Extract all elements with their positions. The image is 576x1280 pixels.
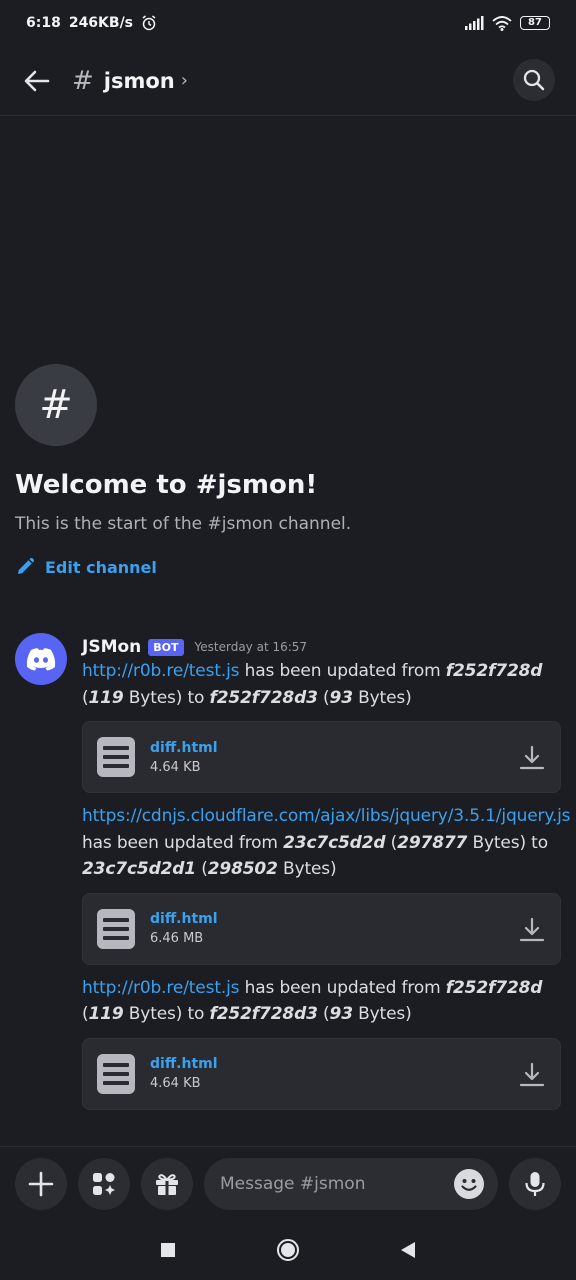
attachment-name[interactable]: diff.html xyxy=(150,1056,218,1072)
channel-title[interactable]: jsmon xyxy=(104,69,175,93)
signal-icon xyxy=(465,16,484,30)
old-size: 119 xyxy=(88,1004,124,1024)
edit-channel-label: Edit channel xyxy=(45,557,157,577)
voice-button[interactable] xyxy=(509,1157,561,1210)
message: JSMon BOT Yesterday at 16:57 http://r0b.… xyxy=(82,636,571,1120)
search-button[interactable] xyxy=(513,59,555,101)
plus-icon xyxy=(28,1171,54,1196)
old-size: 297877 xyxy=(397,832,468,853)
apps-icon xyxy=(93,1172,115,1195)
back-button[interactable] xyxy=(20,64,54,98)
attachment-name[interactable]: diff.html xyxy=(150,911,218,927)
update-text: https://cdnjs.cloudflare.com/ajax/libs/j… xyxy=(82,806,571,879)
update-text: http://r0b.re/test.js has been updated f… xyxy=(82,977,543,1025)
channel-icon: # xyxy=(15,364,97,446)
status-speed: 246KB/s xyxy=(68,15,134,31)
attachment-size: 4.64 KB xyxy=(150,759,201,775)
discord-logo-icon xyxy=(26,648,56,671)
message-input[interactable]: Message #jsmon xyxy=(204,1157,498,1210)
old-size: 119 xyxy=(88,687,124,708)
message-composer: Message #jsmon xyxy=(0,1146,576,1220)
apps-button[interactable] xyxy=(78,1157,130,1210)
avatar[interactable] xyxy=(15,633,67,685)
pencil-icon xyxy=(18,557,35,574)
channel-hash-icon: # xyxy=(72,65,94,96)
message-timestamp: Yesterday at 16:57 xyxy=(194,640,308,654)
edit-channel-button[interactable]: Edit channel xyxy=(15,557,157,577)
message-author[interactable]: JSMon xyxy=(82,637,141,657)
add-button[interactable] xyxy=(15,1157,67,1210)
file-icon xyxy=(97,737,135,777)
file-attachment[interactable]: diff.html 4.64 KB xyxy=(82,721,561,793)
new-hash: f252f728d3 xyxy=(209,1004,318,1024)
new-hash: 23c7c5d2d1 xyxy=(82,859,196,879)
download-icon[interactable] xyxy=(518,1061,546,1089)
welcome-title: Welcome to #jsmon! xyxy=(15,470,318,500)
url-link[interactable]: http://r0b.re/test.js xyxy=(82,978,240,998)
old-hash: 23c7c5d2d xyxy=(283,832,386,853)
download-icon[interactable] xyxy=(518,916,546,944)
attachment-size: 4.64 KB xyxy=(150,1076,201,1091)
old-hash: f252f728d xyxy=(445,977,543,998)
gift-button[interactable] xyxy=(141,1157,193,1210)
message-input-placeholder: Message #jsmon xyxy=(220,1173,366,1194)
emoji-face-icon xyxy=(461,1178,477,1191)
microphone-icon xyxy=(525,1171,545,1196)
nav-back-icon[interactable] xyxy=(400,1241,416,1259)
bot-badge: BOT xyxy=(148,638,184,656)
file-attachment[interactable]: diff.html 6.46 MB xyxy=(82,892,561,965)
file-icon xyxy=(97,908,135,949)
nav-square-icon[interactable] xyxy=(160,1242,176,1258)
new-size: 93 xyxy=(329,687,354,708)
old-hash: f252f728d xyxy=(445,661,543,681)
download-icon[interactable] xyxy=(518,744,546,772)
nav-home-icon[interactable] xyxy=(276,1238,300,1262)
new-size: 298502 xyxy=(207,859,278,879)
status-bar: 6:18 246KB/s 87 xyxy=(0,0,576,46)
emoji-icon[interactable] xyxy=(454,1168,484,1199)
file-attachment[interactable]: diff.html 4.64 KB xyxy=(82,1037,561,1110)
url-link[interactable]: https://cdnjs.cloudflare.com/ajax/libs/j… xyxy=(82,806,571,826)
search-icon xyxy=(523,69,545,91)
update-text: http://r0b.re/test.js has been updated f… xyxy=(82,661,543,708)
attachment-name[interactable]: diff.html xyxy=(150,740,218,756)
chevron-right-icon[interactable]: › xyxy=(181,70,188,91)
gift-icon xyxy=(156,1173,178,1195)
welcome-subtitle: This is the start of the #jsmon channel. xyxy=(15,514,352,534)
new-hash: f252f728d3 xyxy=(209,687,318,708)
channel-header: # jsmon › xyxy=(0,46,576,116)
file-icon xyxy=(97,1053,135,1094)
welcome-hash-icon: # xyxy=(39,382,73,428)
back-arrow-icon xyxy=(24,70,50,91)
system-nav-bar xyxy=(0,1220,576,1280)
attachment-size: 6.46 MB xyxy=(150,931,204,946)
new-size: 93 xyxy=(329,1004,354,1024)
wifi-icon xyxy=(492,15,512,31)
alarm-icon xyxy=(142,15,156,31)
battery-indicator: 87 xyxy=(520,16,550,30)
url-link[interactable]: http://r0b.re/test.js xyxy=(82,661,240,681)
status-time: 6:18 xyxy=(26,15,61,31)
